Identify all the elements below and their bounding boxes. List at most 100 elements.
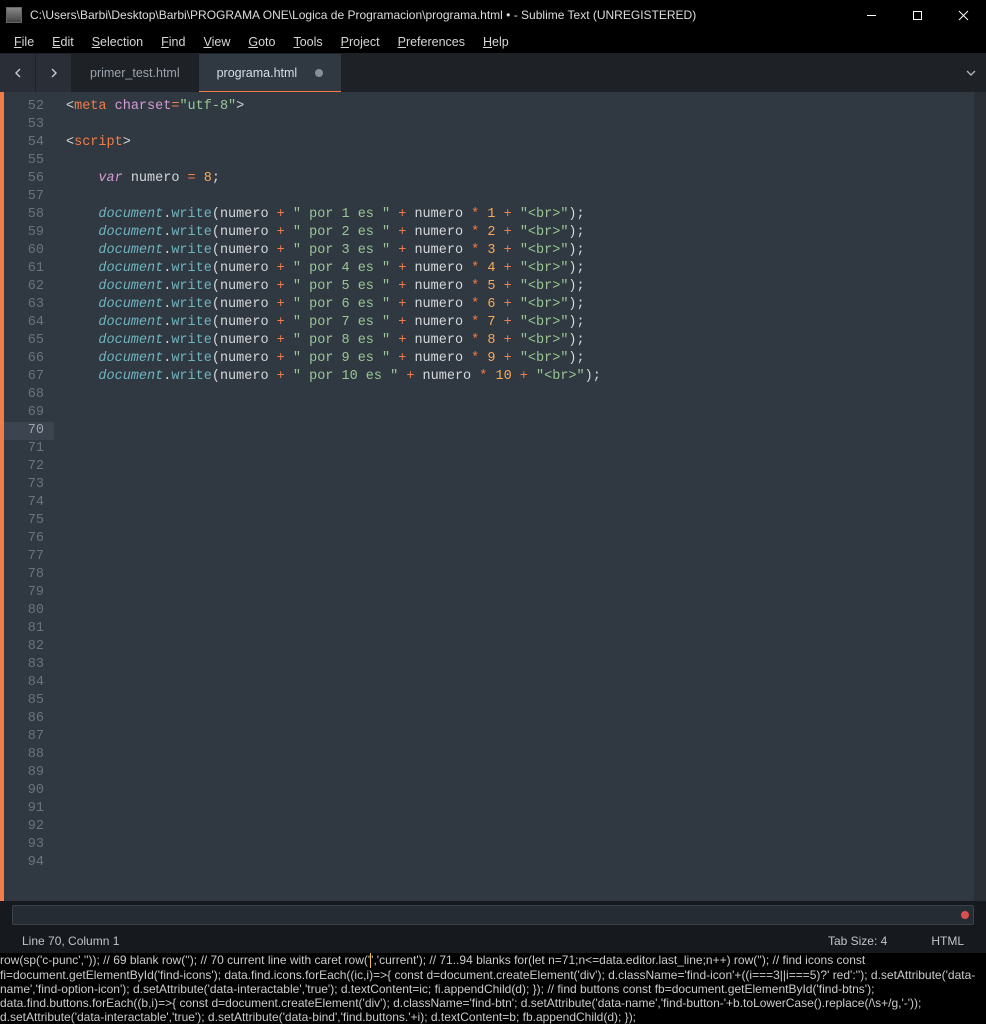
line-number[interactable]: 94 xyxy=(4,854,54,872)
line-number[interactable]: 78 xyxy=(4,566,54,584)
code-line xyxy=(66,116,974,134)
statusbar: Line 70, Column 1 Tab Size: 4 HTML xyxy=(0,929,986,953)
line-number[interactable]: 55 xyxy=(4,152,54,170)
tab-label: primer_test.html xyxy=(90,66,180,80)
line-number[interactable]: 75 xyxy=(4,512,54,530)
line-number-gutter: 5253545556575859606162636465666768697071… xyxy=(0,92,54,901)
line-number[interactable]: 58 xyxy=(4,206,54,224)
code-line xyxy=(66,152,974,170)
code-line: document.write(numero + " por 6 es " + n… xyxy=(66,296,974,314)
line-number[interactable]: 62 xyxy=(4,278,54,296)
find-input-wrap xyxy=(12,905,974,925)
minimize-button[interactable] xyxy=(848,0,894,30)
line-number[interactable]: 77 xyxy=(4,548,54,566)
line-number[interactable]: 56 xyxy=(4,170,54,188)
line-number[interactable]: 73 xyxy=(4,476,54,494)
line-number[interactable]: 88 xyxy=(4,746,54,764)
code-line: document.write(numero + " por 8 es " + n… xyxy=(66,332,974,350)
code-line: document.write(numero + " por 4 es " + n… xyxy=(66,260,974,278)
tab-overflow-button[interactable] xyxy=(956,54,986,92)
find-input[interactable] xyxy=(13,906,955,924)
line-number[interactable]: 63 xyxy=(4,296,54,314)
line-number[interactable]: 70 xyxy=(4,422,54,440)
nav-back-button[interactable] xyxy=(0,54,36,92)
find-status-dot-icon xyxy=(961,911,969,919)
code-line: document.write(numero + " por 1 es " + n… xyxy=(66,206,974,224)
code-line: document.write(numero + " por 7 es " + n… xyxy=(66,314,974,332)
line-number[interactable]: 90 xyxy=(4,782,54,800)
line-number[interactable]: 68 xyxy=(4,386,54,404)
menu-project[interactable]: Project xyxy=(333,33,388,51)
line-number[interactable]: 61 xyxy=(4,260,54,278)
code-line: document.write(numero + " por 2 es " + n… xyxy=(66,224,974,242)
tab-dirty-icon xyxy=(315,69,323,77)
status-cursor-pos[interactable]: Line 70, Column 1 xyxy=(22,934,119,948)
menu-file[interactable]: File xyxy=(6,33,42,51)
line-number[interactable]: 65 xyxy=(4,332,54,350)
line-number[interactable]: 91 xyxy=(4,800,54,818)
line-number[interactable]: 67 xyxy=(4,368,54,386)
line-number[interactable]: 71 xyxy=(4,440,54,458)
menu-view[interactable]: View xyxy=(195,33,238,51)
menubar: FileEditSelectionFindViewGotoToolsProjec… xyxy=(0,30,986,54)
line-number[interactable]: 89 xyxy=(4,764,54,782)
code-line: document.write(numero + " por 5 es " + n… xyxy=(66,278,974,296)
line-number[interactable]: 92 xyxy=(4,818,54,836)
line-number[interactable]: 86 xyxy=(4,710,54,728)
code-line: var numero = 8; xyxy=(66,170,974,188)
editor: 5253545556575859606162636465666768697071… xyxy=(0,92,986,901)
window-titlebar: C:\Users\Barbi\Desktop\Barbi\PROGRAMA ON… xyxy=(0,0,986,30)
line-number[interactable]: 76 xyxy=(4,530,54,548)
code-line: document.write(numero + " por 10 es " + … xyxy=(66,368,974,386)
menu-preferences[interactable]: Preferences xyxy=(390,33,473,51)
line-number[interactable]: 84 xyxy=(4,674,54,692)
tab-primer_test-html[interactable]: primer_test.html xyxy=(72,54,199,92)
menu-find[interactable]: Find xyxy=(153,33,193,51)
menu-edit[interactable]: Edit xyxy=(44,33,82,51)
close-button[interactable] xyxy=(940,0,986,30)
menu-help[interactable]: Help xyxy=(475,33,517,51)
line-number[interactable]: 82 xyxy=(4,638,54,656)
code-line: <meta charset="utf-8"> xyxy=(66,98,974,116)
code-area[interactable]: <meta charset="utf-8"> <script> var numer… xyxy=(54,92,974,901)
line-number[interactable]: 81 xyxy=(4,620,54,638)
code-line: <script> xyxy=(66,134,974,152)
maximize-button[interactable] xyxy=(894,0,940,30)
line-number[interactable]: 83 xyxy=(4,656,54,674)
code-line: document.write(numero + " por 9 es " + n… xyxy=(66,350,974,368)
line-number[interactable]: 93 xyxy=(4,836,54,854)
status-tab-size[interactable]: Tab Size: 4 xyxy=(828,934,887,948)
line-number[interactable]: 85 xyxy=(4,692,54,710)
code-line xyxy=(66,188,974,206)
tab-nav xyxy=(0,54,72,92)
code-line: document.write(numero + " por 3 es " + n… xyxy=(66,242,974,260)
find-panel xyxy=(0,901,986,929)
editor-scrollbar[interactable] xyxy=(974,92,986,901)
tab-label: programa.html xyxy=(217,66,298,80)
line-number[interactable]: 87 xyxy=(4,728,54,746)
line-number[interactable]: 53 xyxy=(4,116,54,134)
line-number[interactable]: 52 xyxy=(4,98,54,116)
line-number[interactable]: 80 xyxy=(4,602,54,620)
window-controls xyxy=(848,0,986,30)
menu-goto[interactable]: Goto xyxy=(240,33,283,51)
app-icon xyxy=(6,7,22,23)
line-number[interactable]: 64 xyxy=(4,314,54,332)
tab-programa-html[interactable]: programa.html xyxy=(199,54,343,92)
line-number[interactable]: 72 xyxy=(4,458,54,476)
line-number[interactable]: 59 xyxy=(4,224,54,242)
line-number[interactable]: 79 xyxy=(4,584,54,602)
menu-selection[interactable]: Selection xyxy=(84,33,151,51)
tabbar: primer_test.html programa.html xyxy=(0,54,986,92)
line-number[interactable]: 60 xyxy=(4,242,54,260)
line-number[interactable]: 66 xyxy=(4,350,54,368)
status-language[interactable]: HTML xyxy=(931,934,964,948)
line-number[interactable]: 54 xyxy=(4,134,54,152)
line-number[interactable]: 69 xyxy=(4,404,54,422)
window-title: C:\Users\Barbi\Desktop\Barbi\PROGRAMA ON… xyxy=(30,8,848,22)
line-number[interactable]: 57 xyxy=(4,188,54,206)
line-number[interactable]: 74 xyxy=(4,494,54,512)
tabbar-spacer xyxy=(342,54,956,92)
menu-tools[interactable]: Tools xyxy=(285,33,330,51)
nav-forward-button[interactable] xyxy=(36,54,72,92)
